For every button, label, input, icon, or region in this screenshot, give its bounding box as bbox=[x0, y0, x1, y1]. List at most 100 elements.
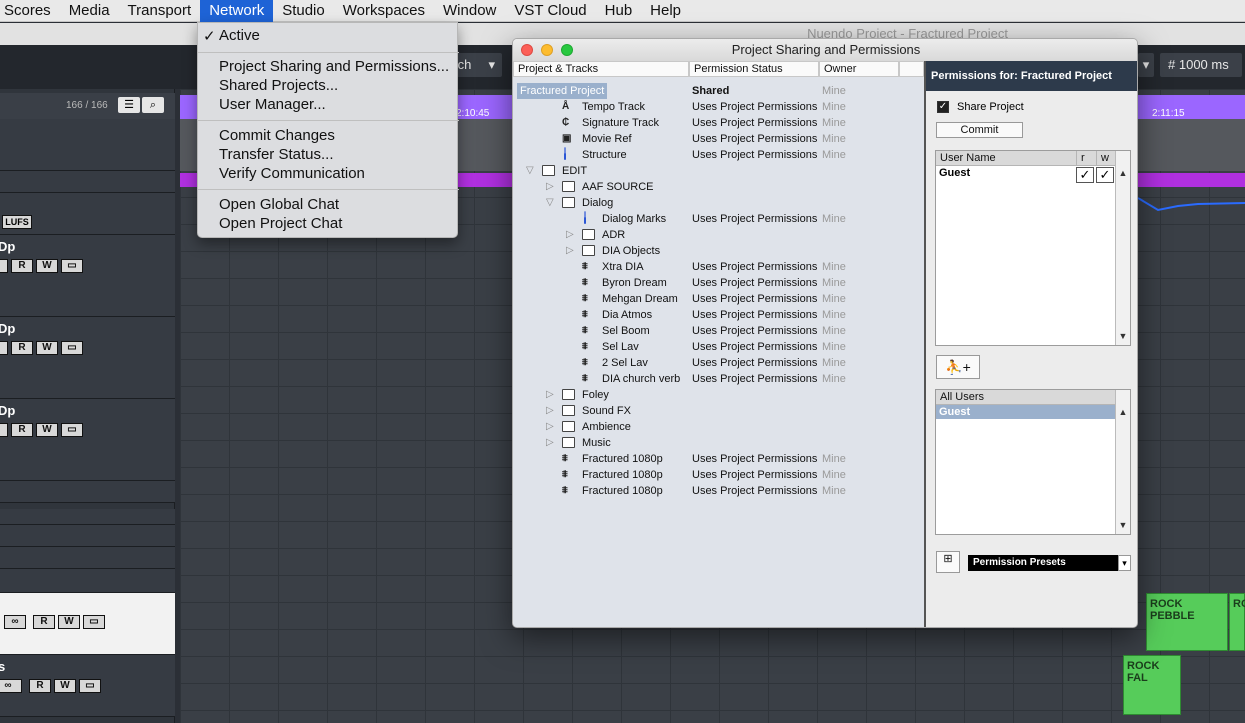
menu-item-active[interactable]: Active bbox=[219, 27, 260, 44]
menu-scores[interactable]: Scores bbox=[0, 0, 60, 22]
audio-clip[interactable]: ROCK PEBBLE bbox=[1146, 593, 1228, 651]
track-row[interactable]: Dp R W ▭ bbox=[0, 317, 175, 399]
menu-workspaces[interactable]: Workspaces bbox=[334, 0, 434, 22]
tree-row[interactable]: ⩨ Fractured 1080p Uses Project Permissions… bbox=[513, 467, 924, 483]
tree-row[interactable]: ▣ Movie Ref Uses Project Permissions Mine bbox=[513, 131, 924, 147]
tree-row[interactable]: ⩨ Dia Atmos Uses Project Permissions Mine bbox=[513, 307, 924, 323]
tree-row[interactable]: ▷ DIA Objects bbox=[513, 243, 924, 259]
commit-button[interactable]: Commit bbox=[936, 122, 1023, 138]
menu-item-shared-projects[interactable]: Shared Projects... bbox=[219, 77, 338, 94]
track-settings-icon[interactable]: ▭ bbox=[61, 259, 83, 273]
tree-row[interactable]: ▷ ADR bbox=[513, 227, 924, 243]
write-permission-checkbox[interactable]: ✓ bbox=[1096, 167, 1114, 183]
tree-row[interactable]: ⩨ Fractured 1080p Uses Project Permissions… bbox=[513, 483, 924, 499]
menu-item-open-project-chat[interactable]: Open Project Chat bbox=[219, 215, 342, 232]
track-row[interactable]: s ∞ R W ▭ bbox=[0, 655, 175, 717]
track-row[interactable]: LUFS bbox=[0, 193, 175, 235]
tree-row[interactable]: ╽ Structure Uses Project Permissions Mine bbox=[513, 147, 924, 163]
menu-item-open-global-chat[interactable]: Open Global Chat bbox=[219, 196, 339, 213]
read-button[interactable]: R bbox=[33, 615, 55, 629]
maximize-icon[interactable] bbox=[561, 44, 573, 56]
scrollbar[interactable]: ▲ ▼ bbox=[1115, 390, 1130, 534]
tree-row[interactable]: ⩨ Byron Dream Uses Project Permissions Mine bbox=[513, 275, 924, 291]
track-settings-icon[interactable]: ▭ bbox=[61, 341, 83, 355]
track-settings-icon[interactable]: ▭ bbox=[79, 679, 101, 693]
all-users-header[interactable]: All Users bbox=[936, 390, 1116, 405]
track-button[interactable] bbox=[0, 259, 8, 273]
chevron-down-icon[interactable]: ▾ bbox=[1138, 53, 1154, 77]
track-row[interactable] bbox=[0, 119, 175, 171]
list-view-icon[interactable]: ☰ bbox=[118, 97, 140, 113]
menu-item-verify-communication[interactable]: Verify Communication bbox=[219, 165, 365, 182]
expand-triangle-icon[interactable]: ▽ bbox=[526, 163, 534, 179]
menu-help[interactable]: Help bbox=[641, 0, 690, 22]
scroll-up-icon[interactable]: ▲ bbox=[1116, 405, 1130, 419]
user-row-guest[interactable]: Guest bbox=[939, 167, 970, 179]
tree-row[interactable]: ₵ Signature Track Uses Project Permissions… bbox=[513, 115, 924, 131]
tree-row[interactable]: ▷ Music bbox=[513, 435, 924, 451]
column-header-owner[interactable]: Owner bbox=[819, 61, 899, 77]
write-button[interactable]: W bbox=[36, 423, 58, 437]
track-row[interactable] bbox=[0, 569, 175, 593]
track-row[interactable]: Dp R W ▭ bbox=[0, 399, 175, 481]
tree-row[interactable]: ▽ EDIT bbox=[513, 163, 924, 179]
tree-row[interactable]: ▷ Ambience bbox=[513, 419, 924, 435]
collapse-triangle-icon[interactable]: ▷ bbox=[546, 179, 554, 195]
scroll-down-icon[interactable]: ▼ bbox=[1116, 518, 1130, 532]
read-button[interactable]: R bbox=[11, 259, 33, 273]
tree-row[interactable]: ⩨ 2 Sel Lav Uses Project Permissions Mine bbox=[513, 355, 924, 371]
collapse-triangle-icon[interactable]: ▷ bbox=[566, 243, 574, 259]
menu-vst-cloud[interactable]: VST Cloud bbox=[505, 0, 595, 22]
menu-window[interactable]: Window bbox=[434, 0, 505, 22]
collapse-triangle-icon[interactable]: ▷ bbox=[546, 419, 554, 435]
time-display[interactable]: # 1000 ms bbox=[1160, 53, 1242, 77]
collapse-triangle-icon[interactable]: ▷ bbox=[566, 227, 574, 243]
track-button[interactable] bbox=[0, 423, 8, 437]
tree-row[interactable]: ╽ Dialog Marks Uses Project Permissions Min… bbox=[513, 211, 924, 227]
tree-row[interactable]: ▷ Sound FX bbox=[513, 403, 924, 419]
menu-item-user-manager[interactable]: User Manager... bbox=[219, 96, 326, 113]
tree-row[interactable]: Fractured Project Shared Mine bbox=[513, 83, 924, 99]
column-header-project-tracks[interactable]: Project & Tracks bbox=[513, 61, 689, 77]
scrollbar[interactable]: ▲ ▼ bbox=[1115, 151, 1130, 345]
link-icon[interactable]: ∞ bbox=[4, 615, 26, 629]
add-user-icon[interactable]: ⛹+ bbox=[936, 355, 980, 379]
link-icon[interactable]: ∞ bbox=[0, 679, 22, 693]
menu-studio[interactable]: Studio bbox=[273, 0, 334, 22]
tree-row[interactable]: ⩨ Fractured 1080p Uses Project Permissions… bbox=[513, 451, 924, 467]
menu-transport[interactable]: Transport bbox=[119, 0, 201, 22]
menu-network[interactable]: Network bbox=[200, 0, 274, 22]
track-settings-icon[interactable]: ▭ bbox=[83, 615, 105, 629]
track-row[interactable]: Dp R W ▭ bbox=[0, 235, 175, 317]
track-button[interactable] bbox=[0, 341, 8, 355]
collapse-triangle-icon[interactable]: ▷ bbox=[546, 387, 554, 403]
menu-item-project-sharing[interactable]: Project Sharing and Permissions... bbox=[219, 58, 449, 75]
track-row[interactable] bbox=[0, 547, 175, 569]
audio-clip[interactable]: RO bbox=[1229, 593, 1245, 651]
menu-hub[interactable]: Hub bbox=[596, 0, 642, 22]
menu-item-commit-changes[interactable]: Commit Changes bbox=[219, 127, 335, 144]
search-icon[interactable]: ⌕ bbox=[142, 97, 164, 113]
column-header-r[interactable]: r bbox=[1076, 151, 1096, 166]
share-project-checkbox[interactable]: ✓ bbox=[937, 101, 949, 113]
write-button[interactable]: W bbox=[36, 259, 58, 273]
track-row[interactable] bbox=[0, 525, 175, 547]
tree-row[interactable]: ▷ Foley bbox=[513, 387, 924, 403]
tree-row[interactable]: ▷ AAF SOURCE bbox=[513, 179, 924, 195]
tree-row[interactable]: Å Tempo Track Uses Project Permissions Mine bbox=[513, 99, 924, 115]
audio-clip[interactable]: ROCK FAL bbox=[1123, 655, 1181, 715]
track-row[interactable]: ∞ R W ▭ bbox=[0, 593, 175, 655]
track-settings-icon[interactable]: ▭ bbox=[61, 423, 83, 437]
tree-row[interactable]: ⩨ Sel Boom Uses Project Permissions Mine bbox=[513, 323, 924, 339]
write-button[interactable]: W bbox=[58, 615, 80, 629]
expand-triangle-icon[interactable]: ▽ bbox=[546, 195, 554, 211]
collapse-triangle-icon[interactable]: ▷ bbox=[546, 435, 554, 451]
tree-row[interactable]: ▽ Dialog bbox=[513, 195, 924, 211]
read-button[interactable]: R bbox=[29, 679, 51, 693]
close-icon[interactable] bbox=[521, 44, 533, 56]
read-button[interactable]: R bbox=[11, 341, 33, 355]
tree-row[interactable]: ⩨ DIA church verb Uses Project Permissions… bbox=[513, 371, 924, 387]
tree-row[interactable]: ⩨ Sel Lav Uses Project Permissions Mine bbox=[513, 339, 924, 355]
column-header-w[interactable]: w bbox=[1096, 151, 1116, 166]
column-header-user-name[interactable]: User Name bbox=[936, 151, 1076, 166]
